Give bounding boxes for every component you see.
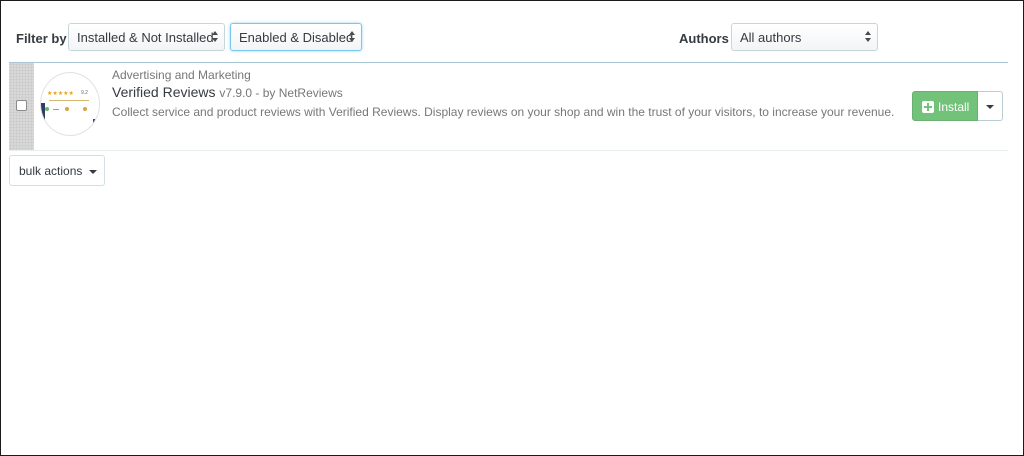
enabled-status-select[interactable]: Enabled & Disabled xyxy=(230,23,362,51)
modules-panel: Filter by Installed & Not Installed Enab… xyxy=(0,0,1024,456)
module-row: ★★★★★ 9.2 Advertising and Marketing Veri… xyxy=(9,62,1008,151)
module-title: Verified Reviews v7.9.0 - by NetReviews xyxy=(112,84,343,100)
row-select-column xyxy=(9,63,34,150)
filter-by-label: Filter by xyxy=(16,31,67,46)
bulk-actions-button[interactable]: bulk actions xyxy=(9,155,105,186)
module-version-author: v7.9.0 - by NetReviews xyxy=(219,86,343,100)
install-options-toggle[interactable] xyxy=(978,91,1003,121)
enabled-status-value: Enabled & Disabled xyxy=(239,30,354,45)
install-status-select[interactable]: Installed & Not Installed xyxy=(68,23,225,51)
install-status-value: Installed & Not Installed xyxy=(77,30,214,45)
module-checkbox[interactable] xyxy=(16,100,27,111)
module-category: Advertising and Marketing xyxy=(112,68,251,82)
module-description: Collect service and product reviews with… xyxy=(112,105,895,119)
bulk-actions-label: bulk actions xyxy=(19,164,83,178)
install-button-label: Install xyxy=(938,100,970,114)
authors-select[interactable]: All authors xyxy=(731,23,878,51)
select-arrows-icon xyxy=(865,31,871,44)
module-logo: ★★★★★ 9.2 xyxy=(41,73,99,135)
logo-stars: ★★★★★ xyxy=(47,91,74,97)
authors-value: All authors xyxy=(740,30,802,45)
plus-square-icon xyxy=(922,101,934,113)
authors-label: Authors xyxy=(679,31,729,46)
caret-down-icon xyxy=(986,105,994,109)
select-arrows-icon xyxy=(212,31,218,44)
install-button[interactable]: Install xyxy=(912,91,978,121)
module-name[interactable]: Verified Reviews xyxy=(112,84,216,100)
logo-score: 9.2 xyxy=(81,90,88,96)
caret-down-icon xyxy=(89,170,97,174)
select-arrows-icon xyxy=(349,31,355,44)
filter-bar: Filter by Installed & Not Installed Enab… xyxy=(1,1,1023,63)
